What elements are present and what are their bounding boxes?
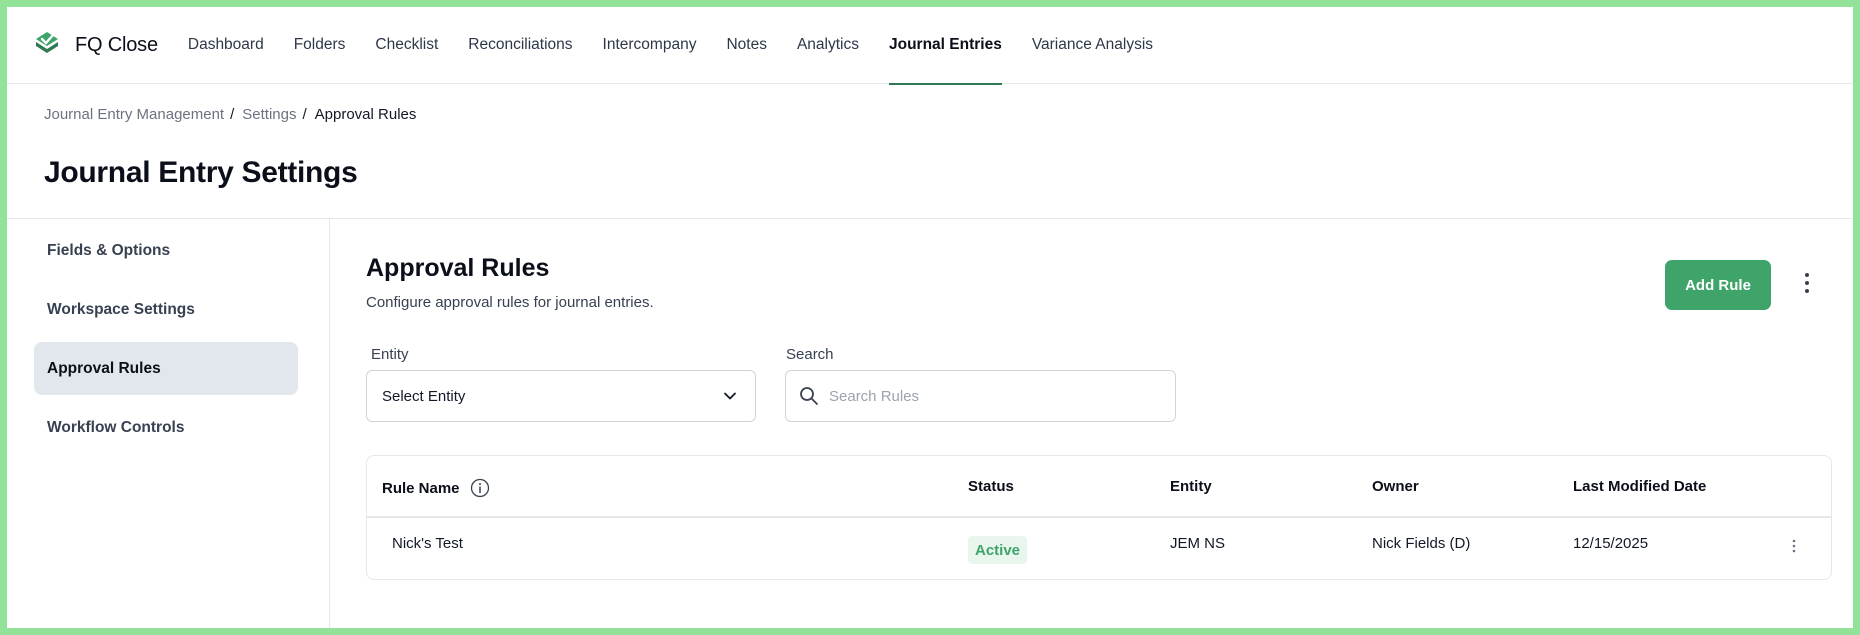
- nav-variance-analysis[interactable]: Variance Analysis: [1032, 7, 1153, 84]
- breadcrumb-settings[interactable]: Settings: [242, 106, 296, 123]
- row-actions-button[interactable]: [1784, 537, 1804, 559]
- rule-name-cell[interactable]: Nick's Test: [392, 535, 463, 552]
- entity-select[interactable]: Select Entity: [366, 370, 756, 422]
- app-name: FQ Close: [75, 33, 158, 56]
- status-badge: Active: [968, 536, 1028, 564]
- last-modified-cell: 12/15/2025: [1573, 535, 1649, 552]
- search-icon: [799, 386, 819, 406]
- breadcrumb-separator: /: [230, 106, 235, 123]
- info-icon[interactable]: [470, 478, 490, 498]
- top-navigation: FQ Close Dashboard Folders Checklist Rec…: [7, 7, 1853, 85]
- nav-checklist[interactable]: Checklist: [375, 7, 438, 84]
- column-header-entity[interactable]: Entity: [1170, 478, 1212, 495]
- entity-filter-label: Entity: [371, 346, 409, 363]
- nav-notes[interactable]: Notes: [726, 7, 767, 84]
- breadcrumb-separator: /: [302, 106, 307, 123]
- sidebar-item-approval-rules[interactable]: Approval Rules: [34, 342, 298, 395]
- nav-reconciliations[interactable]: Reconciliations: [468, 7, 572, 84]
- table-row[interactable]: Nick's Test JEM NS Nick Fields (D) 12/15…: [367, 518, 1831, 579]
- sidebar-item-fields-options[interactable]: Fields & Options: [34, 224, 298, 277]
- section-subtitle: Configure approval rules for journal ent…: [366, 294, 654, 311]
- nav-dashboard[interactable]: Dashboard: [188, 7, 264, 84]
- owner-cell: Nick Fields (D): [1372, 535, 1471, 552]
- breadcrumb-current: Approval Rules: [314, 106, 417, 123]
- vertical-ellipsis-icon: [1804, 272, 1810, 299]
- table-header: Rule Name Status Entity Owner Last Modif…: [367, 456, 1831, 518]
- column-header-label: Rule Name: [382, 479, 460, 497]
- page-title: Journal Entry Settings: [44, 156, 358, 189]
- sidebar-item-workspace-settings[interactable]: Workspace Settings: [34, 283, 298, 336]
- column-header-rule-name: Rule Name: [382, 478, 490, 498]
- nav-folders[interactable]: Folders: [294, 7, 346, 84]
- brand[interactable]: FQ Close: [33, 29, 158, 62]
- app-window: FQ Close Dashboard Folders Checklist Rec…: [0, 0, 1860, 635]
- breadcrumb: Journal Entry Management / Settings / Ap…: [44, 106, 416, 123]
- entity-cell: JEM NS: [1170, 535, 1226, 552]
- section-title: Approval Rules: [366, 254, 550, 282]
- more-options-button[interactable]: [1793, 269, 1821, 301]
- entity-select-value: Select Entity: [382, 387, 466, 405]
- search-label: Search: [786, 346, 834, 363]
- breadcrumb-journal-entry-management[interactable]: Journal Entry Management: [44, 106, 224, 123]
- chevron-down-icon: [723, 389, 737, 407]
- approval-rules-table: Rule Name Status Entity Owner Last Modif…: [366, 455, 1832, 580]
- settings-sidebar: Fields & Options Workspace Settings Appr…: [7, 219, 330, 628]
- nav-analytics[interactable]: Analytics: [797, 7, 859, 84]
- nav-intercompany[interactable]: Intercompany: [603, 7, 697, 84]
- column-header-status[interactable]: Status: [968, 478, 1014, 495]
- vertical-ellipsis-icon: [1792, 539, 1796, 558]
- sidebar-item-workflow-controls[interactable]: Workflow Controls: [34, 401, 298, 454]
- column-header-last-modified-date[interactable]: Last Modified Date: [1573, 478, 1706, 495]
- nav-journal-entries[interactable]: Journal Entries: [888, 7, 1002, 85]
- add-rule-button[interactable]: Add Rule: [1665, 260, 1771, 310]
- search-field: [785, 370, 1176, 422]
- fq-logo-icon: [33, 29, 61, 62]
- search-input[interactable]: [829, 387, 1149, 405]
- column-header-owner[interactable]: Owner: [1372, 478, 1419, 495]
